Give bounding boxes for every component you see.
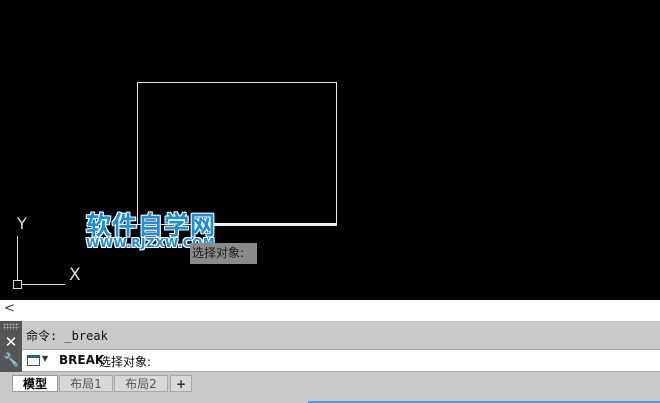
ucs-x-axis	[17, 284, 65, 285]
cursor-tooltip: 选择对象:	[190, 243, 257, 264]
ucs-origin-icon	[13, 280, 22, 289]
tab-layout2[interactable]: 布局2	[114, 375, 168, 392]
current-command-prompt: 选择对象:	[99, 355, 152, 369]
horizontal-scrollbar[interactable]: <	[0, 300, 660, 321]
command-line-sidebar: ✕ 🔧	[0, 321, 22, 372]
close-icon[interactable]: ✕	[3, 334, 19, 350]
ucs-y-axis	[17, 236, 18, 284]
cad-window: Y X 软件自学网 WWW.RJZXW.COM 选择对象: < 命令: _bre…	[0, 0, 660, 403]
current-command-name: BREAK	[59, 353, 105, 367]
scroll-left-icon[interactable]: <	[4, 301, 15, 316]
add-layout-button[interactable]: +	[170, 375, 192, 392]
tab-model[interactable]: 模型	[12, 375, 58, 392]
ucs-x-label: X	[69, 265, 81, 285]
wrench-icon[interactable]: 🔧	[3, 353, 19, 369]
ucs-y-label: Y	[17, 214, 27, 233]
layout-tabs-bar: 模型 布局1 布局2 +	[0, 372, 660, 403]
chevron-down-icon: ▼	[42, 354, 49, 363]
command-recent-icon[interactable]: ▼	[27, 353, 49, 367]
command-history-line: 命令: _break	[26, 329, 108, 343]
command-window-icon	[27, 355, 40, 366]
tab-layout1[interactable]: 布局1	[59, 375, 113, 392]
rectangle-object[interactable]	[137, 82, 337, 225]
drag-grip-icon[interactable]	[3, 323, 19, 330]
drawing-canvas[interactable]: Y X 软件自学网 WWW.RJZXW.COM 选择对象:	[0, 0, 660, 300]
